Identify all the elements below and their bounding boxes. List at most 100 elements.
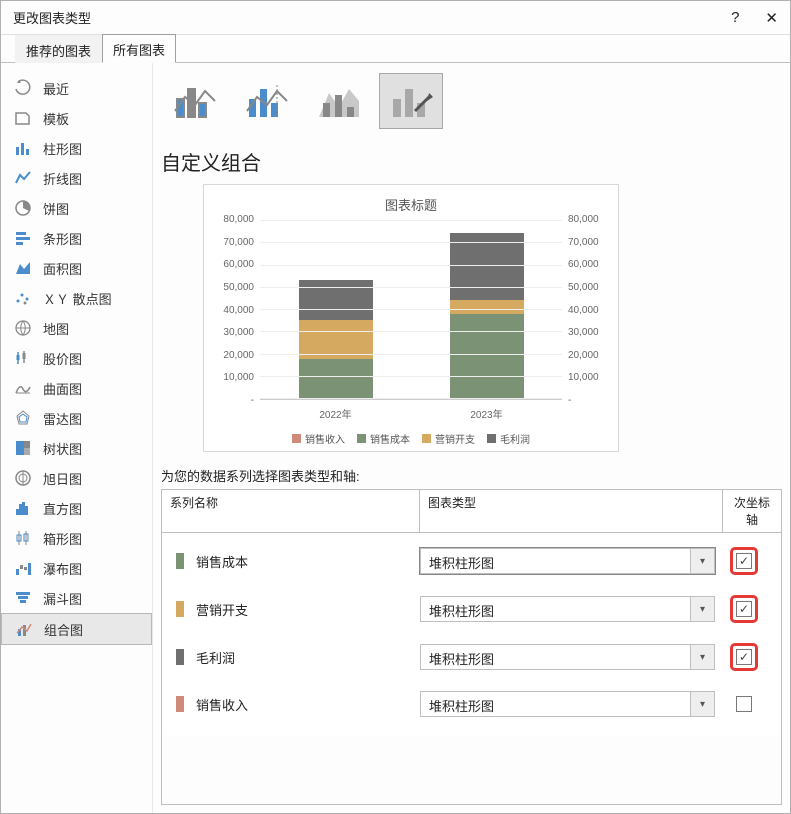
category-area[interactable]: 面积图 bbox=[1, 253, 152, 283]
series-name: 毛利润 bbox=[196, 648, 235, 667]
plot-area: 80,00070,00060,00050,00040,00030,00020,0… bbox=[260, 220, 562, 400]
series-caption: 为您的数据系列选择图表类型和轴: bbox=[161, 466, 782, 485]
combo-icon bbox=[14, 619, 34, 639]
x-axis-labels: 2022年2023年 bbox=[260, 406, 562, 421]
tab-all-charts[interactable]: 所有图表 bbox=[102, 34, 176, 63]
series-swatch bbox=[176, 649, 184, 665]
category-label: 直方图 bbox=[43, 499, 82, 518]
close-button[interactable]: ✕ bbox=[765, 9, 778, 27]
secondary-axis-checkbox[interactable]: ✓ bbox=[736, 649, 752, 665]
hist-icon bbox=[13, 498, 33, 518]
category-label: 曲面图 bbox=[43, 379, 82, 398]
dropdown-value: 堆积柱形图 bbox=[421, 692, 690, 716]
category-waterfall[interactable]: 瀑布图 bbox=[1, 553, 152, 583]
category-treemap[interactable]: 树状图 bbox=[1, 433, 152, 463]
category-label: 旭日图 bbox=[43, 469, 82, 488]
category-bar[interactable]: 条形图 bbox=[1, 223, 152, 253]
bar-2022年 bbox=[299, 280, 373, 399]
main-panel: 自定义组合 图表标题 80,00070,00060,00050,00040,00… bbox=[153, 63, 790, 813]
header-secondary-axis: 次坐标轴 bbox=[723, 490, 781, 532]
category-map[interactable]: 地图 bbox=[1, 313, 152, 343]
series-row-1: 营销开支 堆积柱形图▾ ✓ bbox=[170, 585, 773, 633]
category-stock[interactable]: 股价图 bbox=[1, 343, 152, 373]
combo-subtype-custom[interactable] bbox=[379, 73, 443, 129]
help-button[interactable]: ? bbox=[731, 9, 739, 27]
series-row-3: 销售收入 堆积柱形图▾ bbox=[170, 681, 773, 727]
secondary-axis-checkbox[interactable]: ✓ bbox=[736, 601, 752, 617]
category-surface[interactable]: 曲面图 bbox=[1, 373, 152, 403]
chevron-down-icon: ▾ bbox=[690, 692, 714, 716]
bar-2023年 bbox=[450, 233, 524, 400]
dropdown-value: 堆积柱形图 bbox=[421, 549, 690, 573]
secondary-axis-checkbox[interactable] bbox=[736, 696, 752, 712]
category-label: ＸＹ 散点图 bbox=[43, 289, 112, 308]
chevron-down-icon: ▾ bbox=[690, 549, 714, 573]
template-icon bbox=[13, 108, 33, 128]
category-label: 柱形图 bbox=[43, 139, 82, 158]
window-title: 更改图表类型 bbox=[13, 8, 91, 27]
series-name: 销售成本 bbox=[196, 552, 248, 571]
category-scatter[interactable]: ＸＹ 散点图 bbox=[1, 283, 152, 313]
recent-icon bbox=[13, 78, 33, 98]
category-box[interactable]: 箱形图 bbox=[1, 523, 152, 553]
tab-strip: 推荐的图表 所有图表 bbox=[1, 35, 790, 63]
subtype-row bbox=[161, 73, 782, 129]
series-name: 销售收入 bbox=[196, 695, 248, 714]
series-row-2: 毛利润 堆积柱形图▾ ✓ bbox=[170, 633, 773, 681]
category-pie[interactable]: 饼图 bbox=[1, 193, 152, 223]
waterfall-icon bbox=[13, 558, 33, 578]
funnel-icon bbox=[13, 588, 33, 608]
chevron-down-icon: ▾ bbox=[690, 645, 714, 669]
category-hist[interactable]: 直方图 bbox=[1, 493, 152, 523]
bar-icon bbox=[13, 228, 33, 248]
combo-subtype-2[interactable] bbox=[235, 73, 299, 129]
category-template[interactable]: 模板 bbox=[1, 103, 152, 133]
category-label: 面积图 bbox=[43, 259, 82, 278]
sunburst-icon bbox=[13, 468, 33, 488]
column-icon bbox=[13, 138, 33, 158]
treemap-icon bbox=[13, 438, 33, 458]
chart-preview: 图表标题 80,00070,00060,00050,00040,00030,00… bbox=[203, 184, 619, 452]
category-label: 最近 bbox=[43, 79, 69, 98]
category-label: 模板 bbox=[43, 109, 69, 128]
chart-type-dropdown[interactable]: 堆积柱形图▾ bbox=[420, 548, 715, 574]
chart-type-dropdown[interactable]: 堆积柱形图▾ bbox=[420, 644, 715, 670]
change-chart-type-dialog: 更改图表类型 ? ✕ 推荐的图表 所有图表 最近模板柱形图折线图饼图条形图面积图… bbox=[0, 0, 791, 814]
category-sunburst[interactable]: 旭日图 bbox=[1, 463, 152, 493]
category-line[interactable]: 折线图 bbox=[1, 163, 152, 193]
area-icon bbox=[13, 258, 33, 278]
combo-subtype-3[interactable] bbox=[307, 73, 371, 129]
secondary-axis-checkbox[interactable]: ✓ bbox=[736, 553, 752, 569]
series-swatch bbox=[176, 696, 184, 712]
chart-type-dropdown[interactable]: 堆积柱形图▾ bbox=[420, 596, 715, 622]
chart-title: 图表标题 bbox=[216, 195, 606, 214]
scatter-icon bbox=[13, 288, 33, 308]
category-label: 股价图 bbox=[43, 349, 82, 368]
category-label: 瀑布图 bbox=[43, 559, 82, 578]
section-title: 自定义组合 bbox=[161, 147, 782, 176]
category-column[interactable]: 柱形图 bbox=[1, 133, 152, 163]
series-row-0: 销售成本 堆积柱形图▾ ✓ bbox=[170, 537, 773, 585]
series-swatch bbox=[176, 553, 184, 569]
category-label: 组合图 bbox=[44, 620, 83, 639]
category-radar[interactable]: 雷达图 bbox=[1, 403, 152, 433]
category-combo[interactable]: 组合图 bbox=[1, 613, 152, 645]
category-label: 条形图 bbox=[43, 229, 82, 248]
category-funnel[interactable]: 漏斗图 bbox=[1, 583, 152, 613]
chart-type-dropdown[interactable]: 堆积柱形图▾ bbox=[420, 691, 715, 717]
category-label: 箱形图 bbox=[43, 529, 82, 548]
legend: 销售收入销售成本营销开支毛利润 bbox=[216, 431, 606, 446]
chevron-down-icon: ▾ bbox=[690, 597, 714, 621]
tab-recommended[interactable]: 推荐的图表 bbox=[15, 35, 102, 63]
map-icon bbox=[13, 318, 33, 338]
dropdown-value: 堆积柱形图 bbox=[421, 597, 690, 621]
series-swatch bbox=[176, 601, 184, 617]
category-recent[interactable]: 最近 bbox=[1, 73, 152, 103]
category-label: 漏斗图 bbox=[43, 589, 82, 608]
titlebar: 更改图表类型 ? ✕ bbox=[1, 1, 790, 35]
series-table: 系列名称 图表类型 次坐标轴 销售成本堆积柱形图▾✓营销开支堆积柱形图▾✓毛利润… bbox=[161, 489, 782, 805]
combo-subtype-1[interactable] bbox=[163, 73, 227, 129]
series-name: 营销开支 bbox=[196, 600, 248, 619]
category-sidebar: 最近模板柱形图折线图饼图条形图面积图 ＸＹ 散点图地图股价图曲面图雷达图树状图旭日… bbox=[1, 63, 153, 813]
radar-icon bbox=[13, 408, 33, 428]
